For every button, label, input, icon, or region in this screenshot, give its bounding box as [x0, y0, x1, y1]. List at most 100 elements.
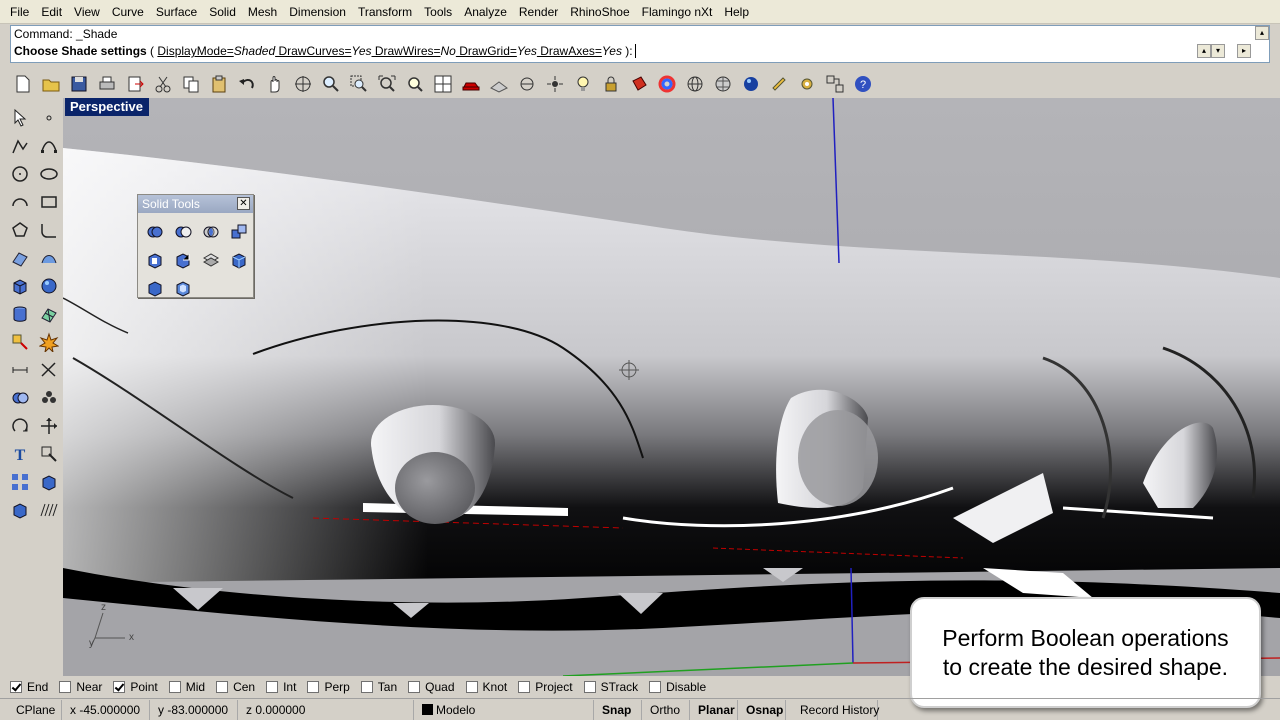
- osnap-checkbox[interactable]: [113, 681, 126, 693]
- menu-dimension[interactable]: Dimension: [283, 0, 352, 24]
- circle-icon[interactable]: [5, 160, 34, 188]
- zoom-icon[interactable]: [318, 71, 344, 97]
- osnap-int[interactable]: Int: [266, 680, 296, 694]
- dimension-icon[interactable]: [5, 356, 34, 384]
- shell-icon[interactable]: [169, 274, 197, 302]
- osnap-checkbox[interactable]: [649, 681, 662, 693]
- viewport-title[interactable]: Perspective: [65, 98, 149, 116]
- ellipse-icon[interactable]: [34, 160, 63, 188]
- osnap-tan[interactable]: Tan: [360, 680, 397, 694]
- lock-icon[interactable]: [598, 71, 624, 97]
- wire-sphere-icon[interactable]: [682, 71, 708, 97]
- boolean-icon[interactable]: [5, 384, 34, 412]
- menu-analyze[interactable]: Analyze: [458, 0, 513, 24]
- paste-icon[interactable]: [206, 71, 232, 97]
- menu-edit[interactable]: Edit: [35, 0, 68, 24]
- menu-surface[interactable]: Surface: [150, 0, 203, 24]
- osnap-checkbox[interactable]: [59, 681, 72, 693]
- menu-tools[interactable]: Tools: [418, 0, 458, 24]
- surface-icon[interactable]: [5, 244, 34, 272]
- osnap-point[interactable]: Point: [113, 680, 158, 694]
- solid-box-icon[interactable]: [225, 246, 253, 274]
- osnap-checkbox[interactable]: [307, 681, 320, 693]
- fillet-edge-icon[interactable]: [141, 274, 169, 302]
- zoom-selected-icon[interactable]: [402, 71, 428, 97]
- cplane-indicator[interactable]: CPlane: [0, 699, 62, 720]
- menu-solid[interactable]: Solid: [203, 0, 242, 24]
- menu-mesh[interactable]: Mesh: [242, 0, 283, 24]
- close-icon[interactable]: ✕: [237, 197, 250, 210]
- solid-tools-titlebar[interactable]: Solid Tools ✕: [138, 195, 253, 213]
- open-folder-icon[interactable]: [38, 71, 64, 97]
- menu-transform[interactable]: Transform: [352, 0, 418, 24]
- move-icon[interactable]: [34, 412, 63, 440]
- osnap-checkbox[interactable]: [266, 681, 279, 693]
- print-icon[interactable]: [94, 71, 120, 97]
- zoom-window-icon[interactable]: [346, 71, 372, 97]
- polyline-icon[interactable]: [5, 132, 34, 160]
- osnap-mid[interactable]: Mid: [168, 680, 205, 694]
- export-icon[interactable]: [122, 71, 148, 97]
- menu-curve[interactable]: Curve: [106, 0, 150, 24]
- loft-icon[interactable]: [34, 244, 63, 272]
- osnap-quad[interactable]: Quad: [408, 680, 455, 694]
- command-prompt[interactable]: Choose Shade settings ( DisplayMode=Shad…: [11, 43, 1269, 60]
- save-icon[interactable]: [66, 71, 92, 97]
- hatch-icon[interactable]: [34, 496, 63, 524]
- option-drawaxes[interactable]: DrawAxes=: [537, 44, 602, 58]
- osnap-near[interactable]: Near: [59, 680, 102, 694]
- option-drawcurves[interactable]: DrawCurves=: [275, 44, 351, 58]
- intersection-icon[interactable]: [197, 218, 225, 246]
- fillet-icon[interactable]: [34, 216, 63, 244]
- osnap-strack[interactable]: STrack: [583, 680, 638, 694]
- osnap-knot[interactable]: Knot: [465, 680, 507, 694]
- copy-icon[interactable]: [178, 71, 204, 97]
- prompt-scroll-up[interactable]: ▴: [1197, 44, 1211, 58]
- osnap-project[interactable]: Project: [518, 680, 573, 694]
- menu-file[interactable]: File: [4, 0, 35, 24]
- merge-surfaces-icon[interactable]: [197, 246, 225, 274]
- light-bulb-icon[interactable]: [570, 71, 596, 97]
- osnap-toggle[interactable]: Osnap: [738, 699, 786, 720]
- text-icon[interactable]: T: [5, 440, 34, 468]
- shaded-sphere-icon[interactable]: [738, 71, 764, 97]
- osnap-end[interactable]: End: [10, 680, 48, 694]
- analyze-icon[interactable]: [34, 440, 63, 468]
- mesh-sphere-icon[interactable]: [710, 71, 736, 97]
- extract-surface-icon[interactable]: [169, 246, 197, 274]
- option-drawwires[interactable]: DrawWires=: [372, 44, 441, 58]
- rotate-view-icon[interactable]: [290, 71, 316, 97]
- planar-toggle[interactable]: Planar: [690, 699, 738, 720]
- option-drawgrid[interactable]: DrawGrid=: [456, 44, 517, 58]
- arc-icon[interactable]: [5, 188, 34, 216]
- cplane-icon[interactable]: [514, 71, 540, 97]
- record-history-toggle[interactable]: Record History: [786, 699, 879, 720]
- array-icon[interactable]: [5, 468, 34, 496]
- mesh-icon[interactable]: [34, 300, 63, 328]
- split-icon[interactable]: [225, 218, 253, 246]
- rectangle-icon[interactable]: [34, 188, 63, 216]
- osnap-checkbox[interactable]: [583, 681, 596, 693]
- sphere-icon[interactable]: [34, 272, 63, 300]
- layer-indicator[interactable]: Modelo: [414, 699, 594, 720]
- snap-toggle[interactable]: Snap: [594, 699, 642, 720]
- polygon-icon[interactable]: [5, 216, 34, 244]
- curve-points-icon[interactable]: [34, 132, 63, 160]
- osnap-perp[interactable]: Perp: [307, 680, 350, 694]
- select-arrow-icon[interactable]: [5, 104, 34, 132]
- osnap-checkbox[interactable]: [465, 681, 478, 693]
- group-icon[interactable]: [34, 384, 63, 412]
- cap-holes-icon[interactable]: [141, 246, 169, 274]
- new-file-icon[interactable]: [10, 71, 36, 97]
- menu-flamingo[interactable]: Flamingo nXt: [636, 0, 719, 24]
- union-icon[interactable]: [141, 218, 169, 246]
- osnap-disable[interactable]: Disable: [649, 680, 706, 694]
- dot-icon[interactable]: [34, 104, 63, 132]
- osnap-checkbox[interactable]: [10, 681, 22, 693]
- box-icon[interactable]: [5, 272, 34, 300]
- osnap-checkbox[interactable]: [408, 681, 421, 693]
- zoom-extents-icon[interactable]: [374, 71, 400, 97]
- prompt-scroll-right[interactable]: ▸: [1237, 44, 1251, 58]
- history-scroll-up[interactable]: ▴: [1255, 26, 1269, 40]
- perspective-viewport[interactable]: Perspective x z y: [63, 98, 1280, 676]
